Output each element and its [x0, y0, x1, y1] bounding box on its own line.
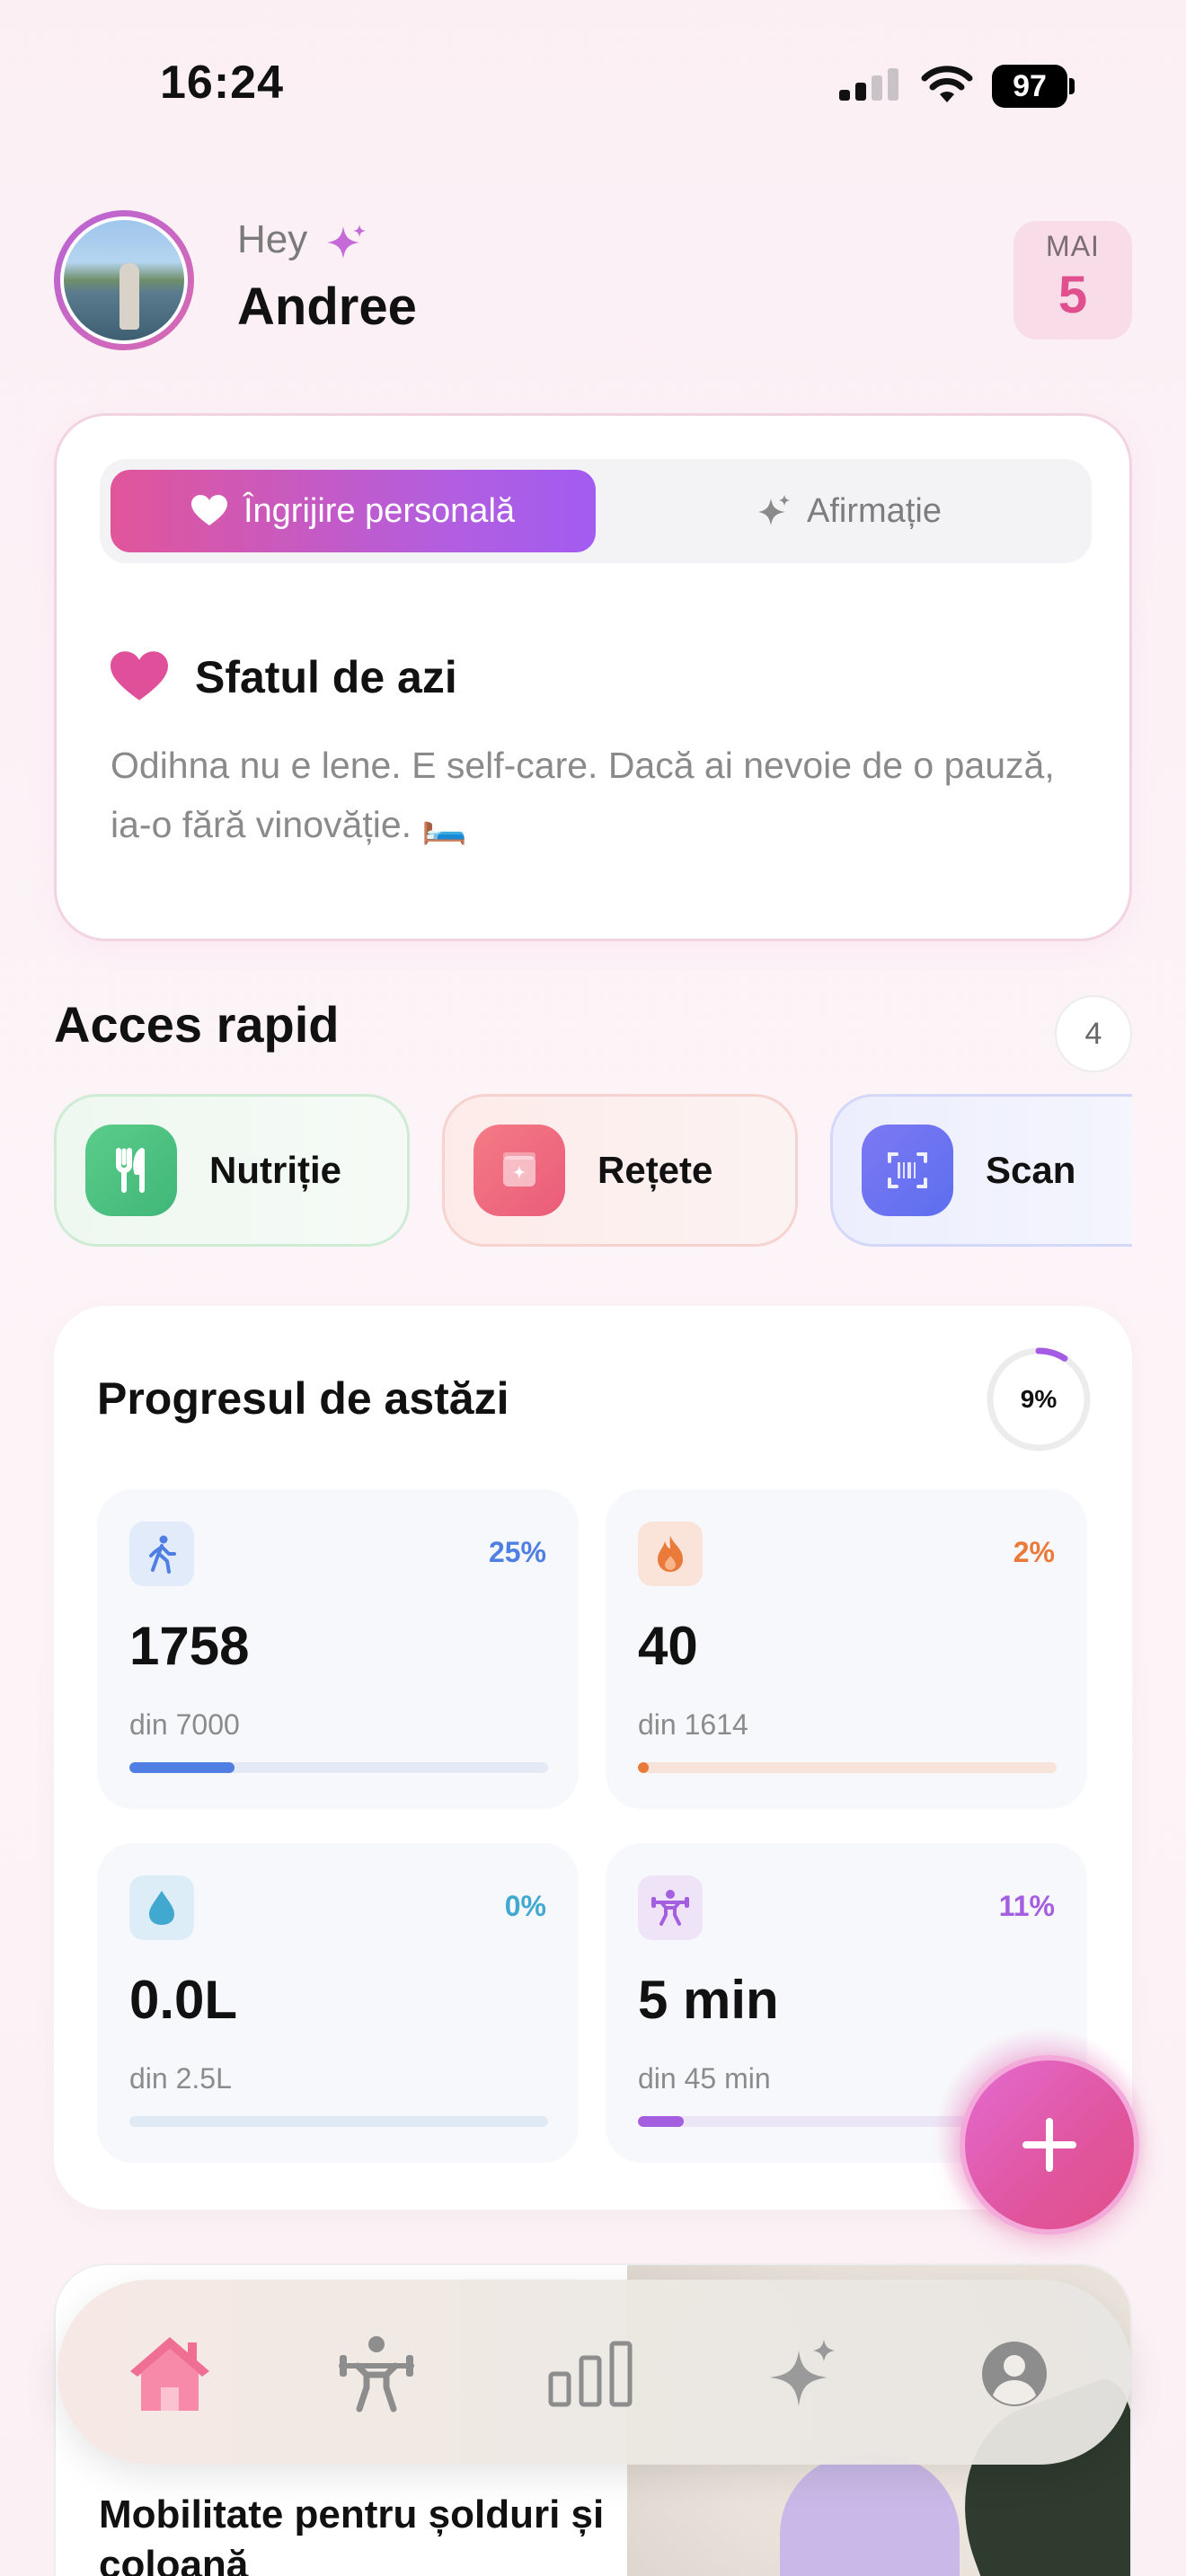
tab-affirmation[interactable]: Afirmație: [617, 470, 1081, 552]
calories-progress-bar: [638, 1762, 1057, 1773]
water-stat-card[interactable]: 0% 0.0L din 2.5L: [97, 1843, 579, 2163]
heart-icon: [111, 651, 168, 701]
recipe-book-icon: [474, 1125, 565, 1216]
steps-progress-bar: [129, 1762, 548, 1773]
sparkle-icon: [758, 495, 791, 525]
profile-icon: [982, 2342, 1047, 2406]
calories-stat-card[interactable]: 2% 40 din 1614: [606, 1489, 1087, 1809]
bottom-navigation: [58, 2280, 1132, 2465]
quick-access-nutrition[interactable]: Nutriție: [54, 1094, 410, 1247]
greeting-text: Hey: [237, 217, 308, 261]
nav-ai[interactable]: [755, 2325, 854, 2423]
fork-knife-icon: [85, 1125, 177, 1216]
workout-title: Mobilitate pentru șolduri și coloană: [99, 2492, 605, 2576]
steps-percent: 25%: [488, 1536, 546, 1568]
workout-icon: [339, 2336, 414, 2413]
cellular-signal-icon: [839, 68, 898, 101]
quick-access-count: 4: [1055, 995, 1132, 1072]
nav-stats[interactable]: [541, 2325, 640, 2423]
overall-progress-percent: 9%: [1020, 1385, 1058, 1413]
home-icon: [130, 2337, 209, 2411]
tab-affirmation-label: Afirmație: [807, 491, 942, 530]
sparkle-icon: [327, 225, 366, 259]
battery-icon: 97: [992, 65, 1075, 108]
water-value: 0.0L: [129, 1970, 238, 2030]
workout-percent: 11%: [998, 1890, 1055, 1922]
tip-segmented-control: Îngrijire personală Afirmație: [100, 459, 1092, 563]
quick-access-scan-label: Scan: [986, 1149, 1076, 1191]
user-name: Andree: [237, 278, 417, 336]
walking-icon: [129, 1522, 194, 1586]
date-month: MAI: [1046, 230, 1100, 262]
quick-access-scan[interactable]: Scan: [830, 1094, 1132, 1247]
quick-access-nutrition-label: Nutriție: [209, 1149, 341, 1191]
nav-workout[interactable]: [327, 2325, 426, 2423]
tab-self-care[interactable]: Îngrijire personală: [111, 470, 596, 552]
quick-access-title: Acces rapid: [54, 996, 340, 1053]
nav-profile[interactable]: [965, 2325, 1064, 2423]
tip-title: Sfatul de azi: [195, 652, 457, 702]
plus-icon: [1022, 2118, 1076, 2172]
battery-level: 97: [992, 65, 1067, 108]
water-drop-icon: [129, 1875, 194, 1940]
tip-text: Odihna nu e lene. E self-care. Dacă ai n…: [111, 745, 1055, 845]
steps-stat-card[interactable]: 25% 1758 din 7000: [97, 1489, 579, 1809]
workout-value: 5 min: [638, 1970, 779, 2030]
tab-self-care-label: Îngrijire personală: [243, 491, 516, 530]
barcode-scan-icon: [862, 1125, 953, 1216]
steps-goal: din 7000: [129, 1708, 240, 1741]
wifi-icon: [921, 66, 973, 102]
date-badge[interactable]: MAI 5: [1013, 221, 1132, 340]
steps-value: 1758: [129, 1616, 250, 1676]
flame-icon: [638, 1522, 703, 1586]
add-button[interactable]: [960, 2055, 1139, 2235]
workout-goal: din 45 min: [638, 2062, 771, 2095]
calories-percent: 2%: [1013, 1536, 1055, 1568]
nav-home[interactable]: [120, 2325, 219, 2423]
progress-title: Progresul de astăzi: [97, 1373, 509, 1424]
water-goal: din 2.5L: [129, 2062, 232, 2095]
calories-goal: din 1614: [638, 1708, 748, 1741]
quick-access-strip[interactable]: Nutriție Rețete Scan: [54, 1092, 1132, 1250]
quick-access-recipes-label: Rețete: [597, 1149, 713, 1191]
ai-sparkle-icon: [770, 2340, 835, 2406]
weightlifting-icon: [638, 1875, 703, 1940]
avatar[interactable]: [54, 210, 194, 350]
water-percent: 0%: [504, 1890, 546, 1922]
stats-icon: [548, 2341, 633, 2407]
calories-value: 40: [638, 1616, 698, 1676]
quick-access-recipes[interactable]: Rețete: [442, 1094, 798, 1247]
water-progress-bar: [129, 2116, 548, 2127]
status-time: 16:24: [160, 57, 284, 109]
heart-icon: [190, 495, 227, 525]
daily-tip-card: Îngrijire personală Afirmație Sfatul de …: [54, 413, 1132, 941]
date-day: 5: [1058, 266, 1088, 324]
